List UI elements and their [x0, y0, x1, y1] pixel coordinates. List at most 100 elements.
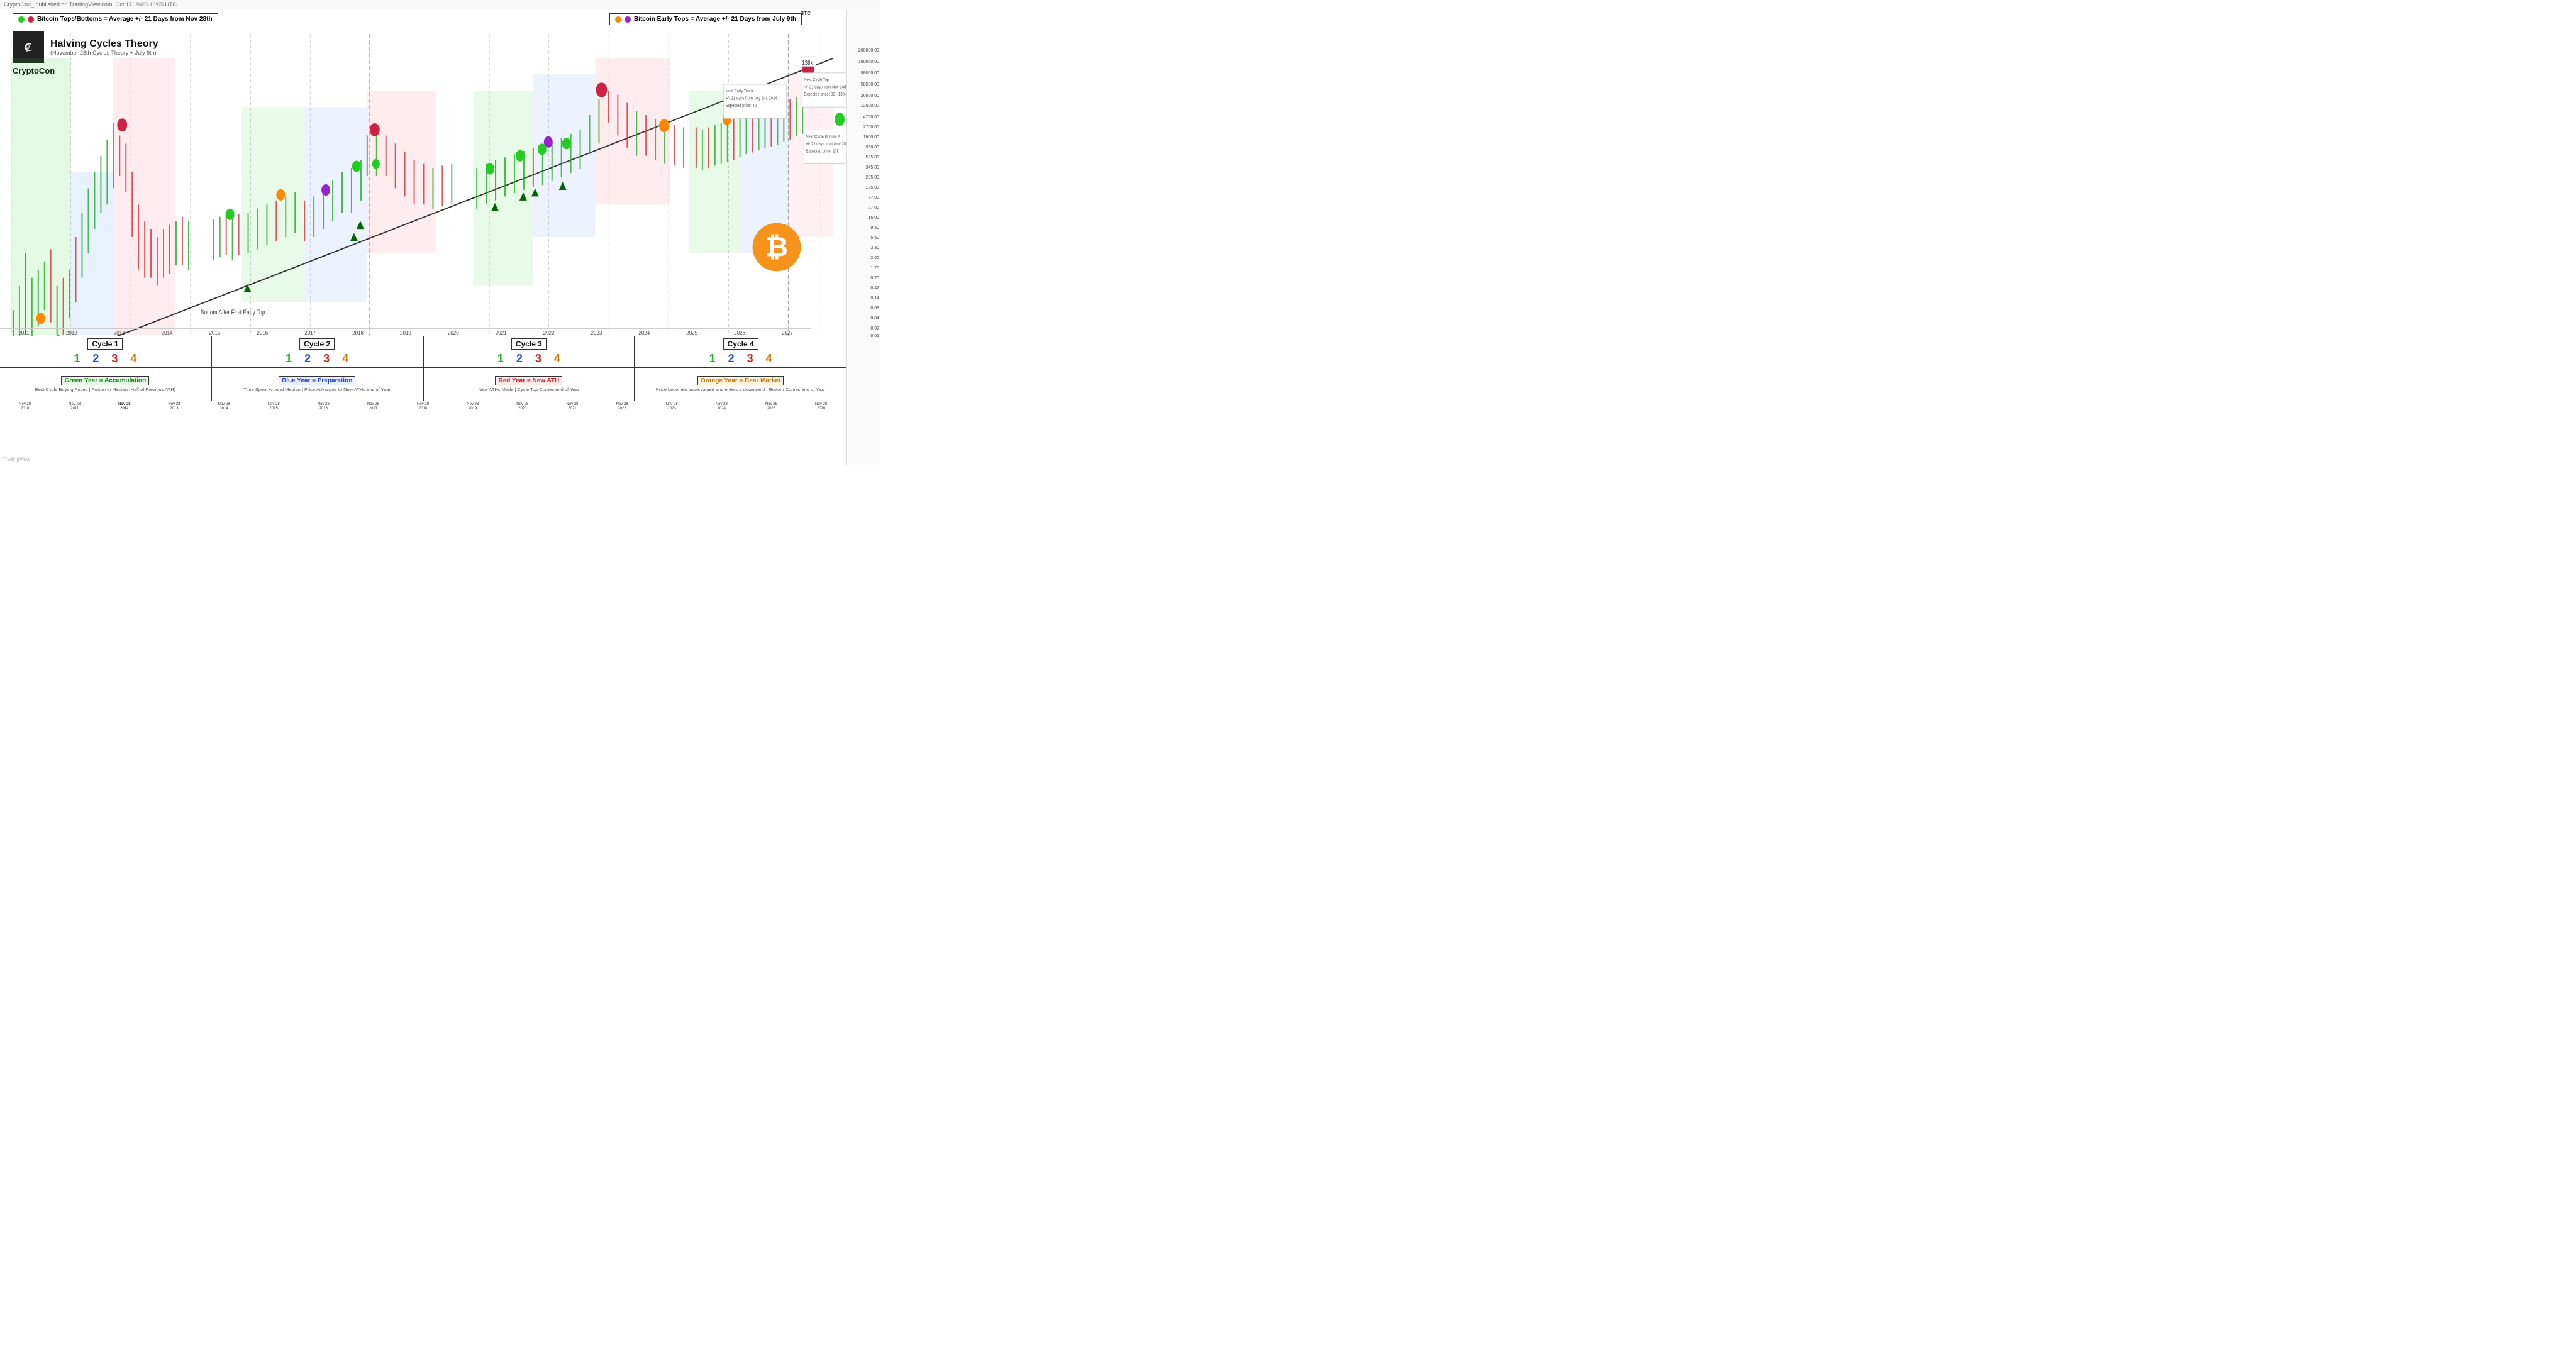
- price-77: 77.00: [868, 196, 879, 200]
- xaxis-labels: 2011 2012 2013 2014 2015 2016 2017 2018 …: [0, 328, 811, 336]
- price-27: 27.00: [868, 206, 879, 210]
- orange-dot-c1: [36, 313, 45, 324]
- orange-dot-c2: [276, 189, 285, 201]
- price-3p30: 3.30: [870, 246, 879, 250]
- green-dot-3c: [538, 143, 547, 155]
- cycle-2-numbers: 1 2 3 4: [286, 352, 348, 365]
- xaxis-2015: 2015: [191, 330, 239, 336]
- red-year-title: Red Year = New ATH: [495, 376, 562, 385]
- date-nov2026: Nov 282026: [796, 402, 846, 418]
- next-early-top-text1: Next Early Top =: [726, 89, 753, 94]
- cycle4-num4: 4: [766, 352, 772, 365]
- green-dot-2a: [226, 209, 235, 220]
- bottom-section: Cycle 1 1 2 3 4 Cycle 2 1 2 3 4: [0, 336, 846, 465]
- cycle3-red-region: [595, 58, 670, 205]
- xaxis-2011: 2011: [0, 330, 48, 336]
- cycle1-num1: 1: [74, 352, 80, 365]
- date-nov2015: Nov 282015: [249, 402, 299, 418]
- cycle1-blue-region: [71, 172, 113, 335]
- purple-dot-c2: [321, 184, 330, 196]
- main-container: Bitcoin Tops/Bottoms = Average +/- 21 Da…: [0, 9, 880, 465]
- chart-area: Bitcoin Tops/Bottoms = Average +/- 21 Da…: [0, 9, 846, 465]
- blue-year-title-text: Blue Year = Preparation: [282, 377, 352, 384]
- date-nov2023: Nov 282023: [647, 402, 697, 418]
- dates-row: Nov 282010 Nov 282011 Nov 282012 Nov 282…: [0, 401, 846, 419]
- top-bar: CryptoCon_ published on TradingView.com,…: [0, 0, 880, 9]
- cycle1-green-region: [11, 58, 71, 335]
- price-960: 960.00: [866, 145, 879, 150]
- xaxis-2017: 2017: [286, 330, 334, 336]
- xaxis-2022: 2022: [525, 330, 573, 336]
- purple-dot-icon: [625, 16, 631, 23]
- cycle3-num3: 3: [535, 352, 541, 365]
- date-nov2013: Nov 282013: [149, 402, 199, 418]
- date-nov2021: Nov 282021: [547, 402, 597, 418]
- orange-dot-c3a: [659, 119, 669, 133]
- date-nov2010: Nov 282010: [0, 402, 50, 418]
- legend-early-tops: Bitcoin Early Tops = Average +/- 21 Days…: [609, 13, 802, 25]
- green-dot-3b: [516, 150, 525, 162]
- green-dot-icon: [18, 16, 25, 23]
- green-dot-4a: [835, 113, 845, 126]
- cycle1-num4: 4: [130, 352, 136, 365]
- next-early-top-text3: Expected price: 42: [726, 104, 757, 109]
- green-year-title: Green Year = Accumulation: [61, 376, 149, 385]
- cycle1-num3: 3: [111, 352, 118, 365]
- tradingview-watermark: TradingView: [3, 457, 30, 462]
- red-dot-c2: [370, 123, 380, 136]
- price-585: 585.00: [866, 155, 879, 160]
- cycle2-num4: 4: [342, 352, 348, 365]
- price-98000: 98000.00: [861, 71, 879, 75]
- bottom-annotation: Bottom After First Early Top: [201, 309, 265, 316]
- next-cycle-bottom-text1: Next Cycle Bottom =: [806, 135, 840, 140]
- price-16: 16.00: [868, 216, 879, 220]
- price-2700: 2700.00: [863, 125, 879, 130]
- green-dot-2b: [352, 160, 361, 172]
- price-1600: 1600.00: [863, 135, 879, 140]
- next-cycle-top-text2: +/- 21 days from Nov 28th, 2025: [804, 85, 846, 90]
- cycle4-num1: 1: [709, 352, 716, 365]
- cycle4-num3: 3: [747, 352, 753, 365]
- orange-year-title: Orange Year = Bear Market: [697, 376, 784, 385]
- orange-year-sub: Price becomes undervalued and enters a d…: [656, 387, 826, 392]
- price-0p04: 0.04: [870, 316, 879, 321]
- svg-text:₿: ₿: [765, 231, 788, 262]
- price-260000: 260000.00: [858, 48, 879, 53]
- cycles-row: Cycle 1 1 2 3 4 Cycle 2 1 2 3 4: [0, 336, 846, 368]
- next-cycle-bottom-text2: +/- 21 days from Nov 28th, 2026: [806, 141, 846, 147]
- green-dot-2c: [372, 159, 380, 169]
- price-1p20: 1.20: [870, 266, 879, 270]
- xaxis-2016: 2016: [238, 330, 286, 336]
- date-nov2012: Nov 282012: [99, 402, 149, 418]
- blue-year-sub: Time Spent Around Median | Price Advance…: [243, 387, 391, 392]
- cycle-1-title: Cycle 1: [87, 338, 123, 350]
- cycle-3-numbers: 1 2 3 4: [497, 352, 560, 365]
- ath-label: 138k: [802, 59, 813, 66]
- red-year-title-text: Red Year = New ATH: [498, 377, 559, 384]
- next-cycle-top-text3: Expected price: 90 - 130k: [804, 92, 846, 97]
- price-0p42: 0.42: [870, 286, 879, 291]
- cycle-2-block: Cycle 2 1 2 3 4: [212, 336, 424, 367]
- price-4700: 4700.00: [863, 115, 879, 119]
- price-0p14: 0.14: [870, 296, 879, 301]
- green-year-block: Green Year = Accumulation Best Cycle Buy…: [0, 368, 212, 401]
- date-nov2020: Nov 282020: [497, 402, 547, 418]
- bitcoin-logo: ₿: [752, 222, 802, 272]
- xaxis-2025: 2025: [668, 330, 716, 336]
- publisher-label: CryptoCon_ published on TradingView.com,…: [4, 1, 177, 8]
- price-205: 205.00: [866, 175, 879, 180]
- price-20500: 20500.00: [861, 94, 879, 98]
- xaxis-2014: 2014: [143, 330, 191, 336]
- xaxis-2026: 2026: [716, 330, 763, 336]
- price-9p50: 9.50: [870, 226, 879, 230]
- xaxis-2019: 2019: [382, 330, 430, 336]
- date-nov2018: Nov 282018: [398, 402, 448, 418]
- next-cycle-top-text1: Next Cycle Top =: [804, 77, 832, 82]
- cycle3-num1: 1: [497, 352, 504, 365]
- cycle2-num1: 1: [286, 352, 292, 365]
- red-dot-c3: [596, 82, 607, 97]
- price-0p02: 0.02: [870, 326, 879, 331]
- price-2: 2.00: [870, 256, 879, 260]
- red-year-block: Red Year = New ATH New ATHs Made | Cycle…: [424, 368, 636, 401]
- red-dot-icon: [28, 16, 34, 23]
